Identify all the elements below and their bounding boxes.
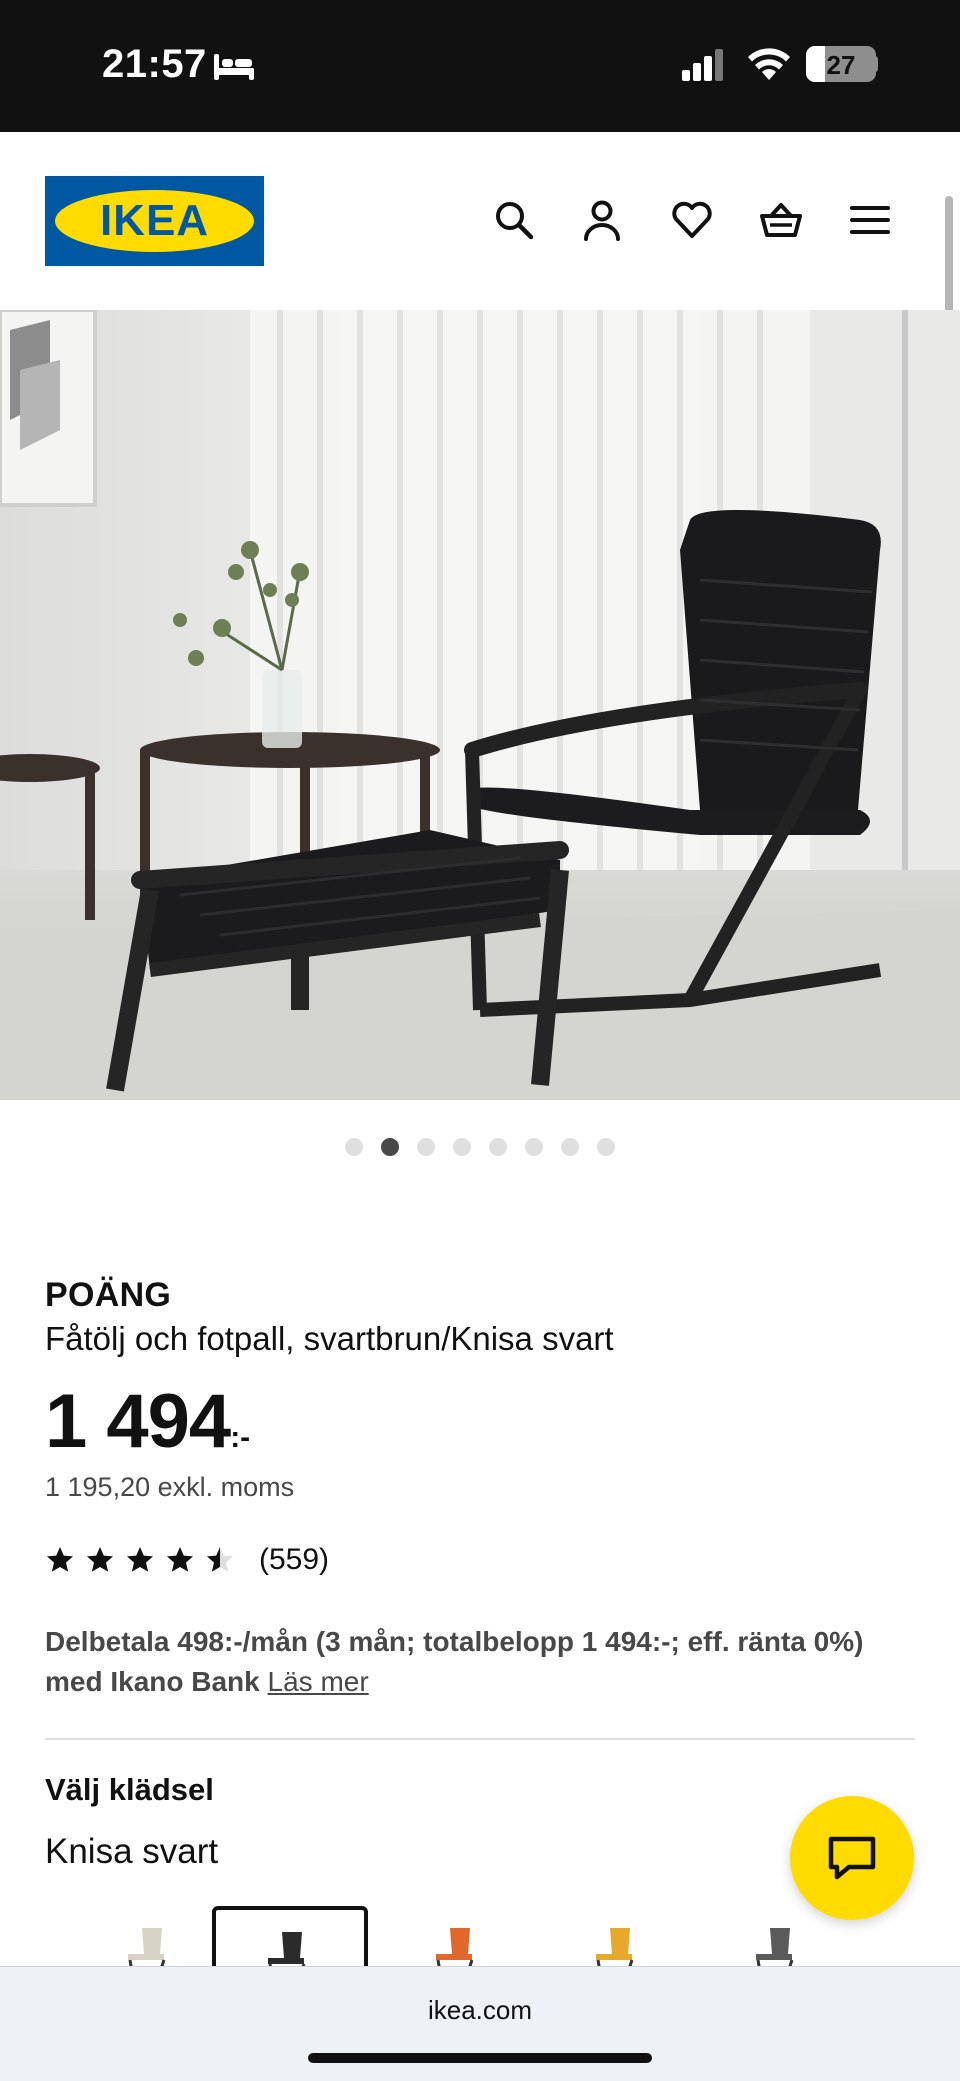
basket-button[interactable] bbox=[757, 196, 805, 244]
ikea-logo[interactable]: IKEA bbox=[45, 176, 264, 266]
carousel-dot[interactable] bbox=[561, 1138, 579, 1156]
battery-tip bbox=[872, 56, 878, 72]
carousel-dot[interactable] bbox=[417, 1138, 435, 1156]
swatch-chair-icon bbox=[596, 1928, 634, 1966]
fabric-swatch[interactable] bbox=[380, 1906, 536, 1966]
carousel-dot[interactable] bbox=[489, 1138, 507, 1156]
wifi-icon bbox=[748, 48, 790, 80]
fabric-swatch[interactable] bbox=[540, 1906, 696, 1966]
home-indicator[interactable] bbox=[308, 2053, 652, 2063]
fabric-swatch[interactable] bbox=[72, 1906, 228, 1966]
status-bar: 21:57 27 bbox=[0, 0, 960, 132]
account-icon bbox=[584, 200, 620, 241]
search-icon bbox=[496, 202, 534, 240]
star-icon bbox=[87, 1547, 113, 1572]
menu-icon bbox=[850, 206, 890, 234]
swatch-chair-icon bbox=[756, 1928, 794, 1966]
divider bbox=[45, 1738, 915, 1740]
star-icon bbox=[47, 1547, 73, 1572]
bed-icon bbox=[214, 54, 254, 80]
carousel-dot[interactable] bbox=[381, 1138, 399, 1156]
rating-stars bbox=[45, 1545, 245, 1575]
favourites-button[interactable] bbox=[668, 196, 716, 244]
chat-button[interactable] bbox=[790, 1796, 914, 1920]
fabric-title: Välj klädsel bbox=[45, 1772, 214, 1807]
carousel-dot[interactable] bbox=[597, 1138, 615, 1156]
price-suffix: :- bbox=[230, 1421, 251, 1454]
read-more-link[interactable]: Läs mer bbox=[268, 1666, 369, 1697]
product-name: POÄNG bbox=[45, 1276, 172, 1314]
star-icon bbox=[207, 1547, 233, 1572]
star-icon bbox=[167, 1547, 193, 1572]
price-excl-vat: 1 195,20 exkl. moms bbox=[45, 1472, 295, 1502]
search-button[interactable] bbox=[490, 196, 538, 244]
financing-text: Delbetala 498:-/mån (3 mån; totalbelopp … bbox=[45, 1626, 864, 1697]
browser-bar: ikea.com bbox=[0, 1966, 960, 2081]
ikea-logo-text: IKEA bbox=[99, 196, 210, 245]
product-image[interactable] bbox=[0, 310, 960, 1100]
carousel-dot[interactable] bbox=[345, 1138, 363, 1156]
star-icon bbox=[127, 1547, 153, 1572]
browser-url[interactable]: ikea.com bbox=[0, 1995, 960, 2026]
fabric-selected: Knisa svart bbox=[45, 1832, 219, 1871]
menu-button[interactable] bbox=[846, 196, 894, 244]
battery-icon: 27 bbox=[806, 46, 876, 82]
product-description: Fåtölj och fotpall, svartbrun/Knisa svar… bbox=[45, 1320, 614, 1357]
product-price: 1 494:- bbox=[45, 1378, 250, 1465]
status-time: 21:57 bbox=[102, 42, 207, 86]
swatch-chair-icon bbox=[128, 1928, 166, 1966]
battery-level: 27 bbox=[826, 50, 856, 80]
heart-icon bbox=[672, 201, 712, 238]
swatch-chair-icon bbox=[268, 1932, 306, 1966]
site-header: IKEA bbox=[0, 132, 960, 310]
review-count[interactable]: (559) bbox=[259, 1543, 329, 1577]
carousel-dot[interactable] bbox=[525, 1138, 543, 1156]
price-amount: 1 494 bbox=[45, 1379, 231, 1464]
account-button[interactable] bbox=[578, 196, 626, 244]
product-photo-armchair-footstool bbox=[0, 310, 960, 1100]
carousel-indicator[interactable] bbox=[0, 1138, 960, 1158]
fabric-swatches bbox=[0, 1906, 960, 1966]
chat-icon bbox=[828, 1836, 876, 1880]
swatch-chair-icon bbox=[436, 1928, 474, 1966]
basket-icon bbox=[760, 203, 802, 237]
carousel-dot[interactable] bbox=[453, 1138, 471, 1156]
fabric-swatch[interactable] bbox=[212, 1906, 368, 1966]
signal-icon bbox=[682, 49, 723, 81]
financing-info: Delbetala 498:-/mån (3 mån; totalbelopp … bbox=[45, 1622, 915, 1702]
rating[interactable]: (559) bbox=[45, 1540, 329, 1580]
